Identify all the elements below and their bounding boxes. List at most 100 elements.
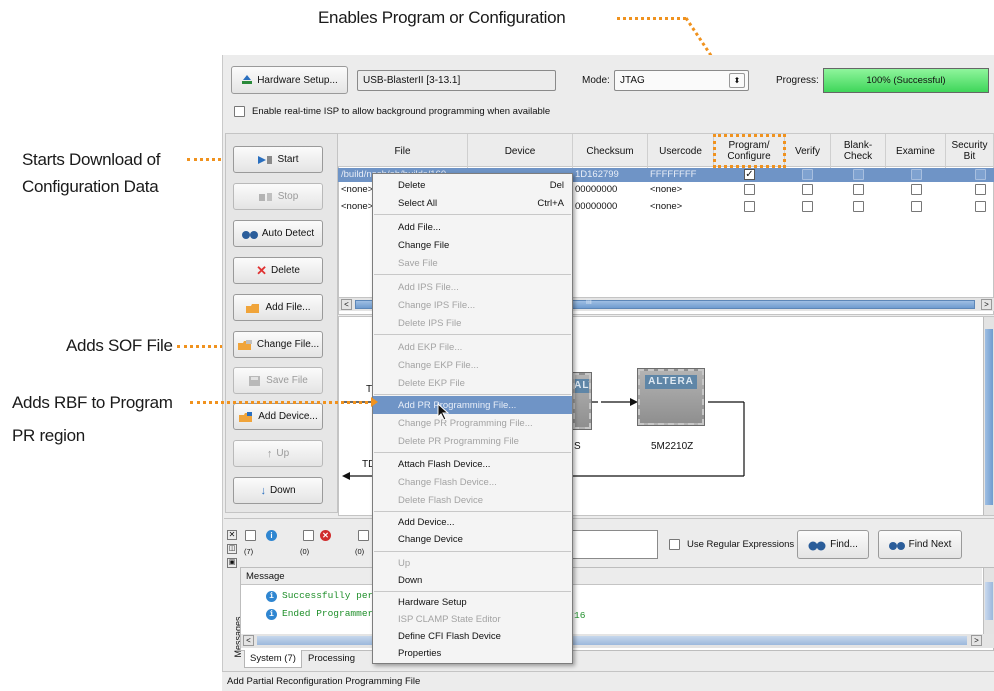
tab-system[interactable]: System (7) xyxy=(244,650,302,668)
program-checkbox[interactable]: ✓ xyxy=(744,169,755,180)
down-label: Down xyxy=(269,485,296,496)
examine-checkbox[interactable] xyxy=(911,169,922,180)
info-filter-checkbox[interactable] xyxy=(245,530,256,541)
scroll-thumb[interactable] xyxy=(257,636,967,645)
menu-item-change-ips[interactable]: Change IPS File... xyxy=(373,296,572,314)
menu-item-add-device[interactable]: Add Device... xyxy=(373,513,572,531)
menu-item-add-ekp[interactable]: Add EKP File... xyxy=(373,338,572,356)
add-file-icon xyxy=(246,303,260,313)
message-vscrollbar[interactable] xyxy=(983,568,994,634)
row-usercode: FFFFFFFF xyxy=(650,169,697,180)
stop-button[interactable]: Stop xyxy=(233,183,323,210)
scroll-right-icon[interactable]: > xyxy=(971,635,982,646)
menu-item-save-file[interactable]: Save File xyxy=(373,254,572,272)
scroll-left-icon[interactable]: < xyxy=(243,635,254,646)
scroll-thumb[interactable] xyxy=(985,582,993,620)
find-label: Find... xyxy=(830,539,858,550)
security-checkbox[interactable] xyxy=(975,184,986,195)
col-blank-check[interactable]: Blank- Check xyxy=(831,134,886,168)
pin-icon[interactable]: ▣ xyxy=(227,558,237,568)
verify-checkbox[interactable] xyxy=(802,169,813,180)
regex-checkbox[interactable] xyxy=(669,539,680,550)
menu-item-change-flash[interactable]: Change Flash Device... xyxy=(373,473,572,491)
menu-item-delete-pr-programming-file[interactable]: Delete PR Programming File xyxy=(373,432,572,450)
annotation-rbf-line1: Adds RBF to Program xyxy=(12,393,173,412)
scroll-right-icon[interactable]: > xyxy=(981,299,992,310)
menu-item-delete[interactable]: Delete Del xyxy=(373,176,572,194)
menu-item-properties[interactable]: Properties xyxy=(373,644,572,662)
message-column-header[interactable]: Message xyxy=(241,568,982,585)
menu-item-delete-flash[interactable]: Delete Flash Device xyxy=(373,491,572,509)
add-file-button[interactable]: Add File... xyxy=(233,294,323,321)
menu-item-add-ips[interactable]: Add IPS File... xyxy=(373,278,572,296)
col-usercode[interactable]: Usercode xyxy=(648,134,714,168)
col-device[interactable]: Device xyxy=(468,134,573,168)
menu-item-change-device[interactable]: Change Device xyxy=(373,530,572,548)
device-chip-1[interactable]: ALTERA xyxy=(572,372,592,430)
down-button[interactable]: ↓ Down xyxy=(233,477,323,504)
menu-item-delete-ips[interactable]: Delete IPS File xyxy=(373,314,572,332)
hardware-field[interactable]: USB-BlasterII [3-13.1] xyxy=(357,70,556,91)
menu-item-define-cfi[interactable]: Define CFI Flash Device xyxy=(373,627,572,645)
examine-checkbox[interactable] xyxy=(911,201,922,212)
menu-item-change-file[interactable]: Change File xyxy=(373,236,572,254)
error-filter-checkbox[interactable] xyxy=(358,530,369,541)
altera-logo-2: ALTERA xyxy=(645,375,697,389)
menu-item-change-pr-programming-file[interactable]: Change PR Programming File... xyxy=(373,414,572,432)
device-chip-2[interactable]: ALTERA xyxy=(637,368,705,426)
start-button[interactable]: Start xyxy=(233,146,323,173)
float-icon[interactable]: ◫ xyxy=(227,544,237,554)
security-checkbox[interactable] xyxy=(975,169,986,180)
tab-processing[interactable]: Processing xyxy=(303,650,361,668)
menu-item-isp-clamp[interactable]: ISP CLAMP State Editor xyxy=(373,610,572,628)
menu-item-attach-flash[interactable]: Attach Flash Device... xyxy=(373,455,572,473)
menu-item-add-file[interactable]: Add File... xyxy=(373,218,572,236)
menu-item-select-all[interactable]: Select All Ctrl+A xyxy=(373,194,572,212)
menu-item-hardware-setup[interactable]: Hardware Setup xyxy=(373,593,572,611)
up-button[interactable]: ↑ Up xyxy=(233,440,323,467)
program-checkbox[interactable] xyxy=(744,184,755,195)
save-file-button[interactable]: Save File xyxy=(233,367,323,394)
col-file[interactable]: File xyxy=(338,134,468,168)
security-checkbox[interactable] xyxy=(975,201,986,212)
menu-label: Select All xyxy=(398,197,438,209)
menu-item-change-ekp[interactable]: Change EKP File... xyxy=(373,356,572,374)
hardware-setup-button[interactable]: Hardware Setup... xyxy=(231,66,348,94)
message-search-input[interactable] xyxy=(560,530,658,559)
menu-item-add-pr-programming-file[interactable]: Add PR Programming File... xyxy=(373,396,572,414)
program-checkbox[interactable] xyxy=(744,201,755,212)
find-next-button[interactable]: Find Next xyxy=(878,530,962,559)
scroll-left-icon[interactable]: < xyxy=(341,299,352,310)
message-text: Successfully per xyxy=(282,590,374,601)
add-device-button[interactable]: Add Device... xyxy=(233,403,323,430)
col-checksum[interactable]: Checksum xyxy=(573,134,648,168)
mode-select[interactable]: JTAG ⬍ xyxy=(614,70,749,91)
row-usercode: <none> xyxy=(650,184,683,195)
examine-checkbox[interactable] xyxy=(911,184,922,195)
verify-checkbox[interactable] xyxy=(802,201,813,212)
auto-detect-button[interactable]: Auto Detect xyxy=(233,220,323,247)
delete-button[interactable]: ✕ Delete xyxy=(233,257,323,284)
message-line[interactable]: i Ended Programmer xyxy=(266,608,373,620)
realtime-isp-checkbox[interactable] xyxy=(234,106,245,117)
blank-check-checkbox[interactable] xyxy=(853,201,864,212)
col-verify[interactable]: Verify xyxy=(785,134,831,168)
col-security-bit[interactable]: Security Bit xyxy=(946,134,994,168)
message-line[interactable]: i Successfully per xyxy=(266,590,373,602)
verify-checkbox[interactable] xyxy=(802,184,813,195)
find-button[interactable]: Find... xyxy=(797,530,869,559)
status-bar: Add Partial Reconfiguration Programming … xyxy=(222,671,994,691)
message-hscrollbar[interactable]: < > xyxy=(241,634,994,648)
stop-icon xyxy=(258,192,272,201)
menu-separator xyxy=(374,334,571,335)
menu-item-delete-ekp[interactable]: Delete EKP File xyxy=(373,374,572,392)
menu-item-up[interactable]: Up xyxy=(373,554,572,572)
close-icon[interactable]: ✕ xyxy=(227,530,237,540)
change-file-button[interactable]: Change File... xyxy=(233,331,323,358)
blank-check-checkbox[interactable] xyxy=(853,169,864,180)
warning-filter-checkbox[interactable] xyxy=(303,530,314,541)
realtime-isp-label: Enable real-time ISP to allow background… xyxy=(252,106,551,117)
menu-item-down[interactable]: Down xyxy=(373,571,572,589)
blank-check-checkbox[interactable] xyxy=(853,184,864,195)
col-examine[interactable]: Examine xyxy=(886,134,946,168)
